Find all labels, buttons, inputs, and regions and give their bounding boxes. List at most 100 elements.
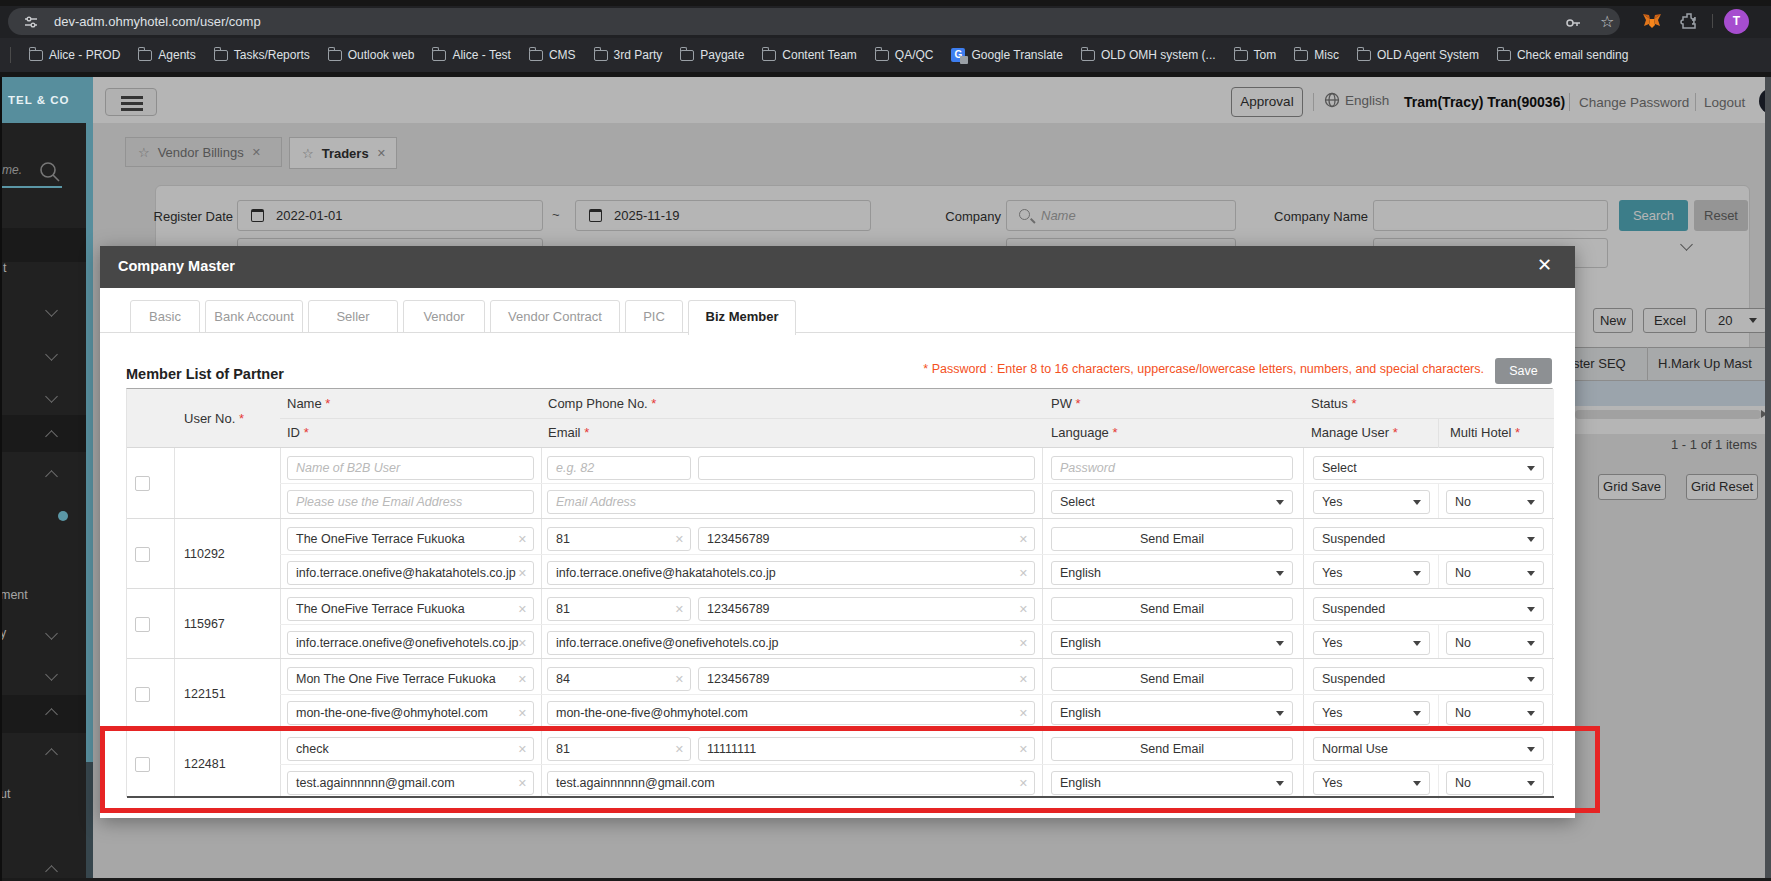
clear-icon[interactable]: ✕ [518,668,527,690]
browser-profile-avatar[interactable]: T [1724,9,1749,34]
id-input[interactable]: Please use the Email Address [287,490,534,514]
language-select[interactable]: Select [1051,490,1293,514]
clear-icon[interactable]: ✕ [1019,528,1028,550]
clear-icon[interactable]: ✕ [1019,598,1028,620]
status-select[interactable]: Suspended [1313,667,1544,691]
language-select[interactable]: English [1051,561,1293,585]
row-checkbox[interactable] [135,547,150,562]
modal-tab-pic[interactable]: PIC [625,300,683,333]
site-settings-icon[interactable] [24,15,38,29]
clear-icon[interactable]: ✕ [675,668,684,690]
clear-icon[interactable]: ✕ [675,598,684,620]
name-input[interactable]: Mon The One Five Terrace Fukuoka✕ [287,667,534,691]
email-input[interactable]: info.terrace.onefive@onefivehotels.co.jp… [547,631,1035,655]
clear-icon[interactable]: ✕ [518,528,527,550]
phone-number-input[interactable]: 123456789✕ [698,667,1035,691]
sidebar-item-fragment[interactable]: ment [0,588,28,602]
bookmark-item[interactable]: Alice - PROD [29,48,120,62]
status-select[interactable]: Suspended [1313,597,1544,621]
id-input[interactable]: mon-the-one-five@ohmyhotel.com✕ [287,701,534,725]
extensions-icon[interactable] [1680,12,1698,30]
clear-icon[interactable]: ✕ [518,702,527,724]
bookmark-item[interactable]: Check email sending [1497,48,1628,62]
phone-number-input[interactable] [698,456,1035,480]
manage-user-select[interactable]: Yes [1313,631,1430,655]
sidebar-active-item[interactable] [0,415,86,452]
manage-user-select[interactable]: Yes [1313,701,1430,725]
phone-code-input[interactable]: 81✕ [547,527,691,551]
bookmark-item[interactable]: CMS [529,48,576,62]
bookmark-item[interactable]: Paygate [680,48,744,62]
bookmark-item[interactable]: QA/QC [875,48,934,62]
multi-hotel-select[interactable]: No [1446,490,1544,514]
chevron-down-icon [1413,641,1421,646]
page-scrollbar[interactable] [1765,77,1771,881]
name-input[interactable]: Name of B2B User [287,456,534,480]
email-input[interactable]: mon-the-one-five@ohmyhotel.com✕ [547,701,1035,725]
send-email-button[interactable]: Send Email [1051,527,1293,551]
modal-tab-vendor[interactable]: Vendor [403,300,485,333]
id-input[interactable]: info.terrace.onefive@onefivehotels.co.jp… [287,631,534,655]
bookmark-item[interactable]: GGoogle Translate [951,48,1062,62]
status-select[interactable]: Select [1313,456,1544,480]
bookmark-item[interactable]: Tasks/Reports [214,48,310,62]
language-select[interactable]: English [1051,701,1293,725]
row-checkbox[interactable] [135,617,150,632]
multi-hotel-select[interactable]: No [1446,561,1544,585]
modal-tab-bank-account[interactable]: Bank Account [205,300,303,333]
clear-icon[interactable]: ✕ [1019,632,1028,654]
menu-search-input[interactable]: me. [2,163,22,177]
id-input[interactable]: info.terrace.onefive@hakatahotels.co.jp✕ [287,561,534,585]
phone-number-input[interactable]: 123456789✕ [698,597,1035,621]
bookmark-item[interactable]: Outlook web [328,48,415,62]
url-bar[interactable]: dev-adm.ohmyhotel.com/user/comp ☆ [8,8,1620,35]
email-input[interactable]: Email Address [547,490,1035,514]
bookmark-item[interactable]: Misc [1294,48,1339,62]
phone-code-input[interactable]: 81✕ [547,597,691,621]
password-key-icon[interactable] [1564,14,1582,32]
clear-icon[interactable]: ✕ [675,528,684,550]
password-input[interactable]: Password [1051,456,1293,480]
sidebar-item-fragment[interactable]: t [3,261,6,275]
bookmark-item[interactable]: Tom [1234,48,1277,62]
clear-icon[interactable]: ✕ [1019,668,1028,690]
modal-tab-basic[interactable]: Basic [130,300,200,333]
manage-user-select[interactable]: Yes [1313,561,1430,585]
metamask-extension-icon[interactable] [1641,11,1663,33]
modal-tab-biz-member[interactable]: Biz Member [688,300,796,335]
clear-icon[interactable]: ✕ [518,598,527,620]
close-icon[interactable]: ✕ [1537,254,1552,276]
bookmark-item[interactable]: Agents [138,48,195,62]
save-button[interactable]: Save [1495,358,1552,384]
sidebar-active-item[interactable] [0,695,86,733]
bookmark-item[interactable]: OLD Agent System [1357,48,1479,62]
multi-hotel-select[interactable]: No [1446,631,1544,655]
modal-tab-seller[interactable]: Seller [308,300,398,333]
name-input[interactable]: The OneFive Terrace Fukuoka✕ [287,527,534,551]
modal-tab-vendor-contract[interactable]: Vendor Contract [490,300,620,333]
menu-search-icon[interactable] [38,160,62,184]
phone-number-input[interactable]: 123456789✕ [698,527,1035,551]
send-email-button[interactable]: Send Email [1051,667,1293,691]
status-select[interactable]: Suspended [1313,527,1544,551]
row-checkbox[interactable] [135,476,150,491]
clear-icon[interactable]: ✕ [1019,702,1028,724]
sidebar-active-item[interactable] [0,228,86,262]
multi-hotel-select[interactable]: No [1446,701,1544,725]
bookmark-item[interactable]: OLD OMH system (... [1081,48,1216,62]
name-input[interactable]: The OneFive Terrace Fukuoka✕ [287,597,534,621]
send-email-button[interactable]: Send Email [1051,597,1293,621]
manage-user-select[interactable]: Yes [1313,490,1430,514]
clear-icon[interactable]: ✕ [518,562,527,584]
row-checkbox[interactable] [135,687,150,702]
email-input[interactable]: info.terrace.onefive@hakatahotels.co.jp✕ [547,561,1035,585]
phone-code-input[interactable]: 84✕ [547,667,691,691]
bookmark-item[interactable]: 3rd Party [594,48,663,62]
bookmark-star-icon[interactable]: ☆ [1600,12,1614,31]
clear-icon[interactable]: ✕ [518,632,527,654]
bookmark-item[interactable]: Alice - Test [432,48,510,62]
phone-code-input[interactable]: e.g. 82 [547,456,691,480]
bookmark-item[interactable]: Content Team [762,48,857,62]
language-select[interactable]: English [1051,631,1293,655]
clear-icon[interactable]: ✕ [1019,562,1028,584]
